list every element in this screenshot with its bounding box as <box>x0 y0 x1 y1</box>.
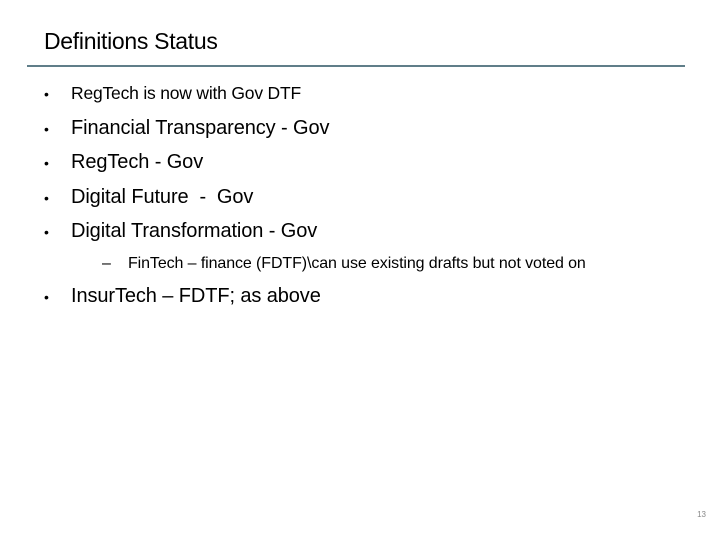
sub-bullet-item: – FinTech – finance (FDTF)\can use exist… <box>102 255 586 273</box>
bullet-icon: • <box>44 224 49 240</box>
bullet-text: Digital Future - Gov <box>71 186 254 208</box>
bullet-text: InsurTech – FDTF; as above <box>71 285 321 307</box>
bullet-icon: • <box>44 190 49 206</box>
bullet-text: Digital Transformation - Gov <box>71 220 318 242</box>
sub-bullet-text: FinTech – finance (FDTF)\can use existin… <box>128 255 586 272</box>
bullet-item: • RegTech - Gov <box>44 151 203 174</box>
bullet-text: RegTech - Gov <box>71 151 204 173</box>
bullet-item: • RegTech is now with Gov DTF <box>44 83 301 104</box>
slide-title: Definitions Status <box>44 28 218 54</box>
bullet-item: • Digital Transformation - Gov <box>44 220 317 243</box>
bullet-icon: • <box>44 86 49 102</box>
bullet-icon: • <box>44 155 49 171</box>
bullet-text: RegTech is now with Gov DTF <box>71 83 301 103</box>
dash-icon: – <box>102 255 111 272</box>
page-number: 13 <box>697 510 706 519</box>
bullet-item: • Financial Transparency - Gov <box>44 117 330 140</box>
title-divider <box>27 65 685 67</box>
bullet-icon: • <box>44 121 49 137</box>
bullet-item: • InsurTech – FDTF; as above <box>44 285 321 308</box>
bullet-icon: • <box>44 289 49 305</box>
bullet-item: • Digital Future - Gov <box>44 186 253 209</box>
bullet-text: Financial Transparency - Gov <box>71 117 330 139</box>
